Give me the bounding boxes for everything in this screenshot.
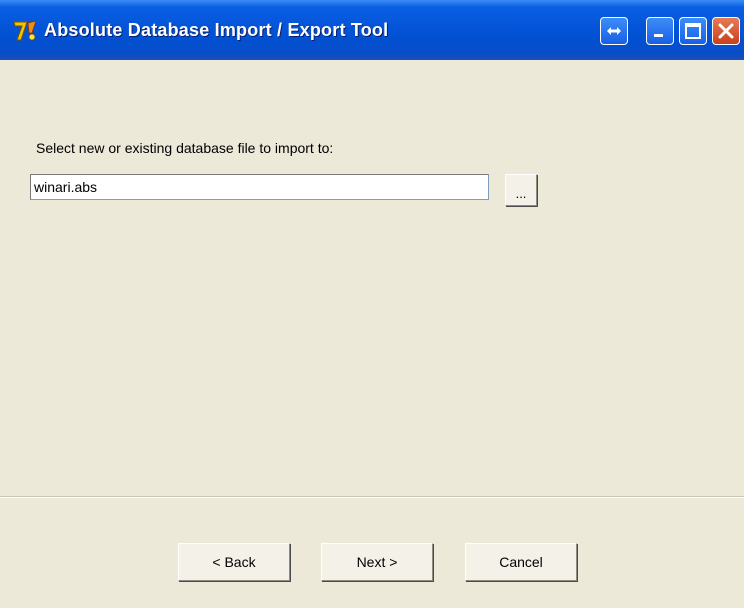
maximize-button[interactable] xyxy=(679,17,707,45)
resize-toggle-icon xyxy=(607,27,621,35)
title-bar[interactable]: Absolute Database Import / Export Tool xyxy=(0,0,744,60)
resize-toggle-button[interactable] xyxy=(600,17,628,45)
close-icon xyxy=(718,23,734,39)
minimize-button[interactable] xyxy=(646,17,674,45)
maximize-icon xyxy=(685,23,701,39)
app-logo-icon[interactable] xyxy=(12,19,38,43)
window-title: Absolute Database Import / Export Tool xyxy=(44,20,389,40)
browse-button[interactable]: ... xyxy=(505,174,537,206)
footer-divider xyxy=(0,496,744,498)
cancel-button[interactable]: Cancel xyxy=(465,543,577,581)
database-file-prompt: Select new or existing database file to … xyxy=(36,140,334,156)
database-file-input[interactable] xyxy=(30,174,489,200)
back-button[interactable]: < Back xyxy=(178,543,290,581)
next-button[interactable]: Next > xyxy=(321,543,433,581)
import-export-window: Absolute Database Import / Export Tool S… xyxy=(0,0,744,608)
minimize-icon xyxy=(654,34,663,37)
close-button[interactable] xyxy=(712,17,740,45)
